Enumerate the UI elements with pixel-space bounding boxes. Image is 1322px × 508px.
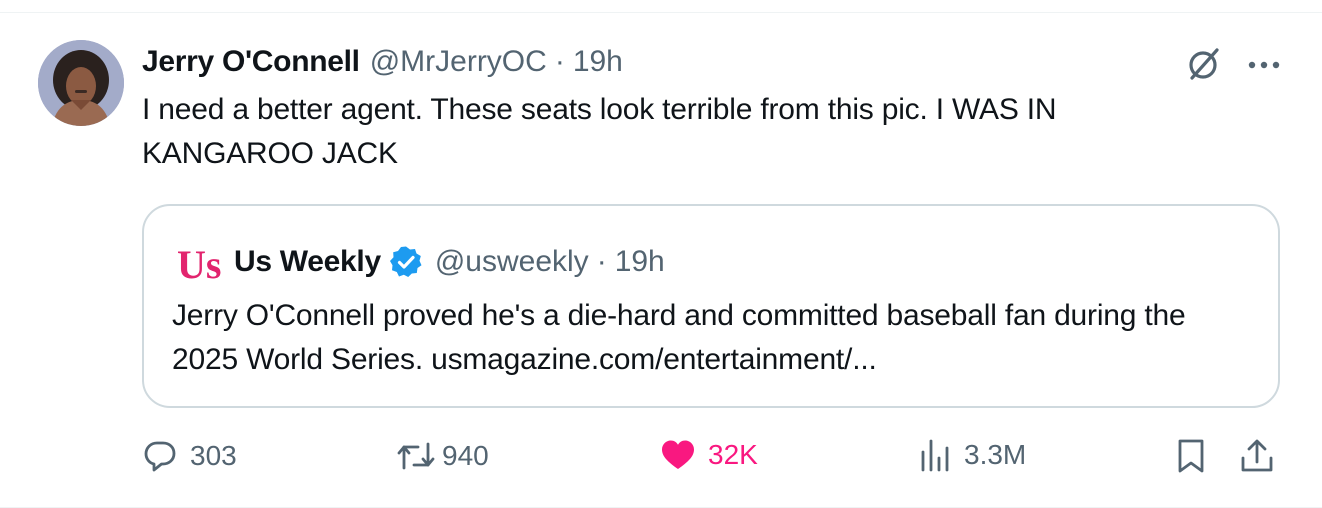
reply-button[interactable]: 303 <box>142 438 237 474</box>
avatar-image <box>38 40 124 126</box>
heart-icon <box>660 438 696 472</box>
quoted-tweet-text: Jerry O'Connell proved he's a die-hard a… <box>172 299 1186 376</box>
share-button[interactable] <box>1240 438 1274 474</box>
tweet-page: Jerry O'Connell @MrJerryOC · 19h I need … <box>0 0 1322 508</box>
author-name[interactable]: Jerry O'Connell <box>142 45 360 79</box>
quoted-tweet-time: 19h <box>614 245 665 278</box>
top-divider <box>0 12 1322 13</box>
author-handle[interactable]: @MrJerryOC <box>370 45 547 79</box>
repost-button[interactable]: 940 <box>396 438 489 474</box>
bookmark-button[interactable] <box>1176 438 1206 474</box>
quoted-author-handle: @usweekly <box>434 245 589 278</box>
quoted-tweet-header: Us Us Weekly @usweekly · 19h <box>176 240 665 287</box>
bookmark-icon <box>1176 438 1206 474</box>
like-button[interactable]: 32K <box>660 438 758 472</box>
like-count: 32K <box>708 439 758 470</box>
reply-count: 303 <box>190 440 237 471</box>
repost-icon <box>396 438 436 474</box>
tweet-time[interactable]: 19h <box>573 45 623 79</box>
views-button[interactable]: 3.3M <box>920 438 1026 472</box>
action-bar: 303 940 32K 3.3M <box>142 438 1282 482</box>
separator-dot: · <box>554 45 565 78</box>
tweet-body: Jerry O'Connell @MrJerryOC · 19h I need … <box>142 40 1282 176</box>
more-icon[interactable] <box>1246 58 1282 76</box>
us-logo-text: Us <box>177 242 221 284</box>
quoted-separator-dot: · <box>596 245 607 278</box>
share-icon <box>1240 438 1274 474</box>
quoted-tweet-card[interactable]: Us Us Weekly @usweekly · 19h Jerry O'Con… <box>142 204 1280 408</box>
us-weekly-logo: Us <box>176 240 222 287</box>
repost-count: 940 <box>442 440 489 471</box>
top-icons <box>1184 44 1282 89</box>
avatar[interactable] <box>38 40 124 126</box>
views-icon <box>920 438 952 472</box>
verified-badge-icon <box>389 245 423 279</box>
tweet-text: I need a better agent. These seats look … <box>142 93 1057 170</box>
tweet-header: Jerry O'Connell @MrJerryOC · 19h <box>142 40 1282 84</box>
reply-icon <box>142 438 178 474</box>
views-count: 3.3M <box>964 439 1027 470</box>
grok-icon[interactable] <box>1184 44 1224 89</box>
quoted-author-name: Us Weekly <box>234 245 381 278</box>
